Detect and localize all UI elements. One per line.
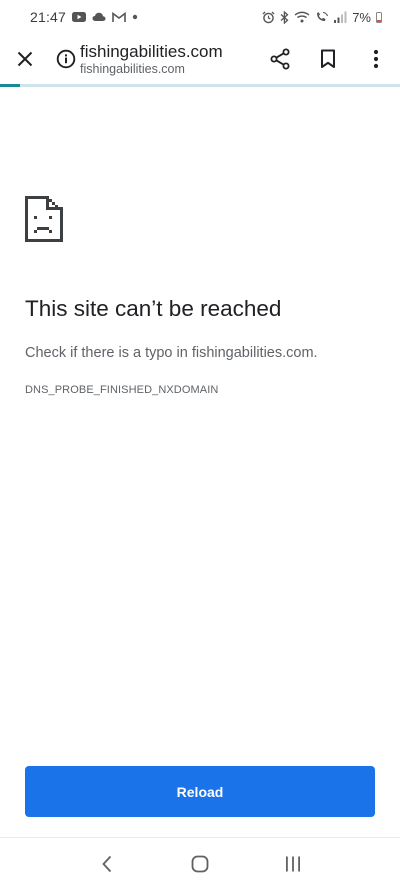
status-time: 21:47 [30, 9, 67, 25]
nav-back-button[interactable] [79, 842, 135, 886]
bookmark-button[interactable] [304, 35, 352, 83]
system-navigation-bar [0, 837, 400, 889]
home-icon [191, 855, 209, 872]
reload-button[interactable]: Reload [25, 766, 375, 817]
cloud-icon [92, 12, 106, 22]
custom-tab-toolbar: fishingabilities.com fishingabilities.co… [0, 34, 400, 84]
back-icon [101, 855, 111, 872]
page-load-progress [0, 84, 400, 87]
error-heading: This site can’t be reached [25, 296, 282, 321]
recents-icon [286, 856, 301, 871]
page-title: fishingabilities.com [80, 41, 223, 61]
progress-fill [0, 84, 20, 87]
share-button[interactable] [256, 35, 304, 83]
page-url: fishingabilities.com [80, 61, 185, 76]
title-block[interactable]: fishingabilities.com fishingabilities.co… [80, 42, 223, 77]
info-icon [56, 49, 76, 69]
sad-page-icon [25, 196, 63, 242]
error-message: Check if there is a typo in fishingabili… [25, 345, 318, 361]
wifi-calling-icon [315, 11, 329, 23]
status-right: 7% [262, 10, 382, 25]
close-icon [17, 51, 33, 67]
dot-icon [132, 14, 138, 20]
signal-icon [334, 11, 347, 23]
share-icon [270, 48, 290, 70]
wifi-icon [294, 11, 310, 23]
alarm-icon [262, 11, 275, 24]
toolbar-actions [256, 35, 400, 83]
bookmark-icon [321, 49, 335, 68]
status-left: 21:47 [30, 9, 138, 25]
more-icon [373, 49, 379, 69]
battery-icon [376, 11, 382, 23]
nav-home-button[interactable] [172, 842, 228, 886]
site-info-button[interactable] [52, 34, 80, 84]
error-code: DNS_PROBE_FINISHED_NXDOMAIN [25, 384, 219, 396]
gmail-icon [112, 11, 126, 23]
youtube-icon [72, 12, 87, 22]
close-button[interactable] [0, 34, 50, 84]
bluetooth-icon [280, 10, 289, 24]
more-button[interactable] [352, 35, 400, 83]
battery-percent: 7% [352, 9, 371, 25]
status-bar: 21:47 7% [0, 0, 400, 34]
nav-recents-button[interactable] [265, 842, 321, 886]
